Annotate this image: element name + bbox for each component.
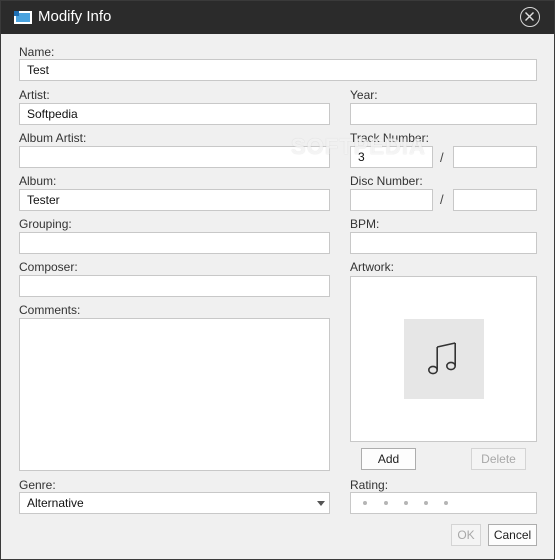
year-label: Year: xyxy=(350,88,378,102)
window-app-icon xyxy=(14,11,32,24)
name-label: Name: xyxy=(19,45,55,59)
rating-control[interactable] xyxy=(350,492,537,514)
track-total-input[interactable] xyxy=(453,146,537,168)
bpm-input[interactable] xyxy=(350,232,537,254)
rating-label: Rating: xyxy=(350,478,389,492)
disc-separator: / xyxy=(440,192,444,207)
cancel-button[interactable]: Cancel xyxy=(488,524,537,546)
title-bar: Modify Info xyxy=(1,1,554,34)
comments-textarea[interactable] xyxy=(19,318,330,471)
comments-label: Comments: xyxy=(19,303,81,317)
modify-info-dialog: Modify Info Name: Artist: Album Artist: … xyxy=(0,0,555,560)
rating-dot-3[interactable] xyxy=(404,501,408,505)
disc-total-input[interactable] xyxy=(453,189,537,211)
artist-label: Artist: xyxy=(19,88,50,102)
artwork-placeholder xyxy=(404,319,484,399)
rating-dot-1[interactable] xyxy=(363,501,367,505)
delete-artwork-button[interactable]: Delete xyxy=(471,448,526,470)
composer-label: Composer: xyxy=(19,260,78,274)
rating-dot-4[interactable] xyxy=(424,501,428,505)
close-button[interactable] xyxy=(520,7,540,27)
artist-input[interactable] xyxy=(19,103,330,125)
grouping-label: Grouping: xyxy=(19,217,72,231)
grouping-input[interactable] xyxy=(19,232,330,254)
close-icon xyxy=(525,12,534,21)
album-artist-input[interactable] xyxy=(19,146,330,168)
artwork-panel[interactable] xyxy=(350,276,537,442)
rating-dot-2[interactable] xyxy=(384,501,388,505)
chevron-down-icon xyxy=(317,501,325,506)
disc-number-label: Disc Number: xyxy=(350,174,423,188)
album-input[interactable] xyxy=(19,189,330,211)
album-label: Album: xyxy=(19,174,57,188)
rating-dot-5[interactable] xyxy=(444,501,448,505)
track-number-label: Track Number: xyxy=(350,131,429,145)
name-input[interactable] xyxy=(19,59,537,81)
artwork-label: Artwork: xyxy=(350,260,395,274)
ok-button[interactable]: OK xyxy=(451,524,481,546)
music-note-icon xyxy=(428,342,457,375)
composer-input[interactable] xyxy=(19,275,330,297)
genre-label: Genre: xyxy=(19,478,56,492)
track-number-input[interactable] xyxy=(350,146,433,168)
window-title: Modify Info xyxy=(38,8,112,25)
add-artwork-button[interactable]: Add xyxy=(361,448,416,470)
disc-number-input[interactable] xyxy=(350,189,433,211)
genre-selected-value: Alternative xyxy=(27,496,84,510)
album-artist-label: Album Artist: xyxy=(19,131,87,145)
bpm-label: BPM: xyxy=(350,217,380,231)
track-separator: / xyxy=(440,150,444,165)
genre-select[interactable]: Alternative xyxy=(19,492,330,514)
year-input[interactable] xyxy=(350,103,537,125)
